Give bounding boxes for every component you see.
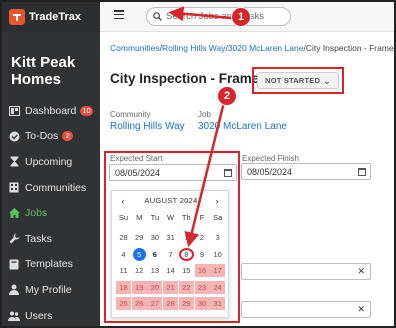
arrow-to-search-field (168, 6, 232, 22)
arrow-to-date-8 (184, 97, 227, 248)
step-2-marker: 2 (217, 86, 237, 106)
step-1-marker: 1 (231, 7, 251, 27)
annotation-arrows (168, 6, 232, 248)
